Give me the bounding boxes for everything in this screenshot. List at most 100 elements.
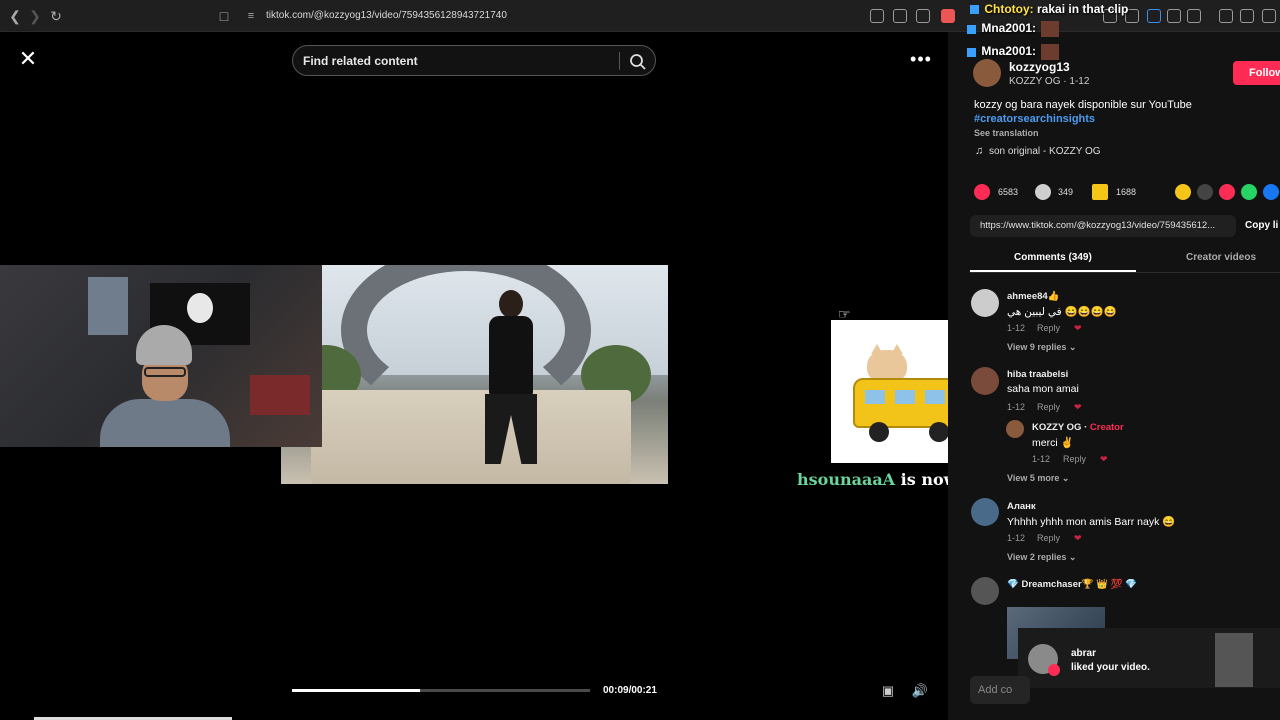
divider [619, 52, 620, 70]
performer-body [489, 316, 533, 396]
share-link-box[interactable]: https://www.tiktok.com/@kozzyog13/video/… [970, 215, 1236, 237]
like-notification[interactable]: abrar liked your video. [1018, 628, 1280, 688]
comment-text: Yhhhh yhhh mon amis Barr nayk 😄 [1007, 516, 1176, 528]
bookmark-icon[interactable]: □ [215, 7, 233, 25]
comment-icon[interactable] [1035, 184, 1051, 200]
brave-shield-icon[interactable] [941, 9, 955, 23]
facebook-icon[interactable] [1263, 184, 1279, 200]
search-icon[interactable] [628, 52, 648, 72]
extension-icon[interactable] [870, 9, 884, 23]
person-beanie [136, 325, 192, 365]
video-frame[interactable] [281, 265, 668, 484]
comment-text: merci ✌ [1032, 437, 1074, 449]
comment-author[interactable]: Аланк [1007, 501, 1036, 512]
cat-ear [871, 344, 883, 354]
comment-author[interactable]: KOZZY OG · Creator [1032, 422, 1124, 433]
forward-icon[interactable]: ❯ [26, 7, 44, 25]
view-more-button[interactable]: View 5 more ⌄ [1007, 473, 1069, 484]
like-comment-icon[interactable]: ❤ [1074, 402, 1082, 413]
video-description: kozzy og bara nayek disponible sur YouTu… [974, 99, 1192, 111]
comment-text: saha mon amai [1007, 383, 1079, 395]
webcam-skull-emblem [187, 293, 213, 323]
streamer-webcam [0, 265, 322, 447]
reply-button[interactable]: Reply [1063, 454, 1086, 464]
comment-date: 1-12 [1032, 454, 1051, 464]
author-username[interactable]: kozzyog13 [1009, 60, 1070, 74]
chat-username: Chtotoy: [984, 2, 1034, 16]
chat-emote-icon [1041, 44, 1060, 60]
performer-legs [485, 394, 537, 464]
tab-comments[interactable]: Comments (349) [1014, 252, 1092, 263]
author-avatar[interactable] [973, 59, 1001, 87]
progress-fill [292, 689, 421, 692]
install-icon[interactable] [893, 9, 907, 23]
more-options-icon[interactable]: ••• [906, 50, 936, 70]
add-comment-box [970, 676, 1030, 704]
chat-message: Chtotoy: rakai in that clip [970, 2, 1128, 16]
gift-icon[interactable] [1175, 184, 1191, 200]
tab-creator-videos[interactable]: Creator videos [1186, 252, 1256, 263]
bookmark-icon[interactable] [1092, 184, 1108, 200]
embed-icon[interactable] [1197, 184, 1213, 200]
avatar[interactable] [1006, 420, 1024, 438]
see-translation-link[interactable]: See translation [974, 128, 1039, 138]
notification-thumbnail [1215, 633, 1253, 687]
chat-badge-icon [970, 5, 979, 15]
back-icon[interactable]: ❮ [6, 7, 24, 25]
like-comment-icon[interactable]: ❤ [1074, 323, 1082, 334]
reply-button[interactable]: Reply [1037, 323, 1060, 333]
close-icon[interactable]: ✕ [16, 47, 40, 71]
like-icon[interactable] [974, 184, 990, 200]
cat-ear [891, 344, 903, 354]
chat-username: Mna2001: [981, 21, 1037, 36]
view-replies-button[interactable]: View 9 replies ⌄ [1007, 342, 1076, 353]
volume-icon[interactable]: 🔊 [910, 682, 930, 700]
active-tab-indicator [970, 270, 1136, 272]
notification-user: abrar [1071, 648, 1097, 659]
site-info-icon[interactable]: ≡ [242, 7, 260, 25]
chat-message: Mna2001: [967, 21, 1060, 37]
avatar[interactable] [971, 289, 999, 317]
chat-text: rakai in that clip [1037, 2, 1129, 16]
chat-emote-icon [1041, 21, 1060, 37]
comment-text: في ليبين هي 😄😄😄😄 [1007, 306, 1117, 318]
performer-head [499, 290, 523, 318]
comment-author[interactable]: ahmee84👍 [1007, 291, 1060, 302]
send-icon[interactable] [1219, 184, 1235, 200]
comment-author[interactable]: 💎 Dreamchaser🏆 👑 💯 💎 [1007, 579, 1137, 590]
comment-input[interactable] [978, 683, 1028, 697]
reload-icon[interactable]: ↻ [47, 7, 65, 25]
hashtag-link[interactable]: #creatorsearchinsights [974, 113, 1095, 125]
search-input[interactable] [303, 53, 603, 69]
view-replies-button[interactable]: View 2 replies ⌄ [1007, 552, 1076, 563]
save-count: 1688 [1116, 187, 1137, 197]
bus-window [895, 390, 915, 404]
notification-message: liked your video. [1071, 662, 1150, 673]
stream-chat-overlay: Chtotoy: rakai in that clip Mna2001: Mna… [967, 0, 1280, 62]
reply-button[interactable]: Reply [1037, 533, 1060, 543]
author-subtitle: KOZZY OG · 1-12 [1009, 76, 1090, 87]
tab-divider [970, 272, 1280, 273]
share-page-icon[interactable] [916, 9, 930, 23]
follow-button[interactable]: Follow [1233, 61, 1280, 85]
avatar[interactable] [971, 498, 999, 526]
like-comment-icon[interactable]: ❤ [1074, 533, 1082, 544]
reply-button[interactable]: Reply [1037, 402, 1060, 412]
avatar[interactable] [971, 577, 999, 605]
comment-author[interactable]: hiba traabelsi [1007, 369, 1068, 380]
address-bar[interactable]: tiktok.com/@kozzyog13/video/759435612894… [266, 10, 507, 21]
video-pedestal [311, 390, 631, 484]
whatsapp-icon[interactable] [1241, 184, 1257, 200]
bus-window [865, 390, 885, 404]
search-bar [292, 45, 656, 76]
person-shirt [100, 399, 230, 447]
video-performer [481, 290, 541, 465]
bus-icon [853, 378, 961, 428]
like-comment-icon[interactable]: ❤ [1100, 454, 1108, 465]
chat-badge-icon [967, 47, 976, 57]
mini-player-icon[interactable]: ▣ [878, 682, 898, 700]
avatar[interactable] [971, 367, 999, 395]
progress-bar[interactable] [292, 689, 590, 692]
music-link[interactable]: son original - KOZZY OG [989, 146, 1101, 157]
copy-link-button[interactable]: Copy li [1245, 220, 1278, 231]
